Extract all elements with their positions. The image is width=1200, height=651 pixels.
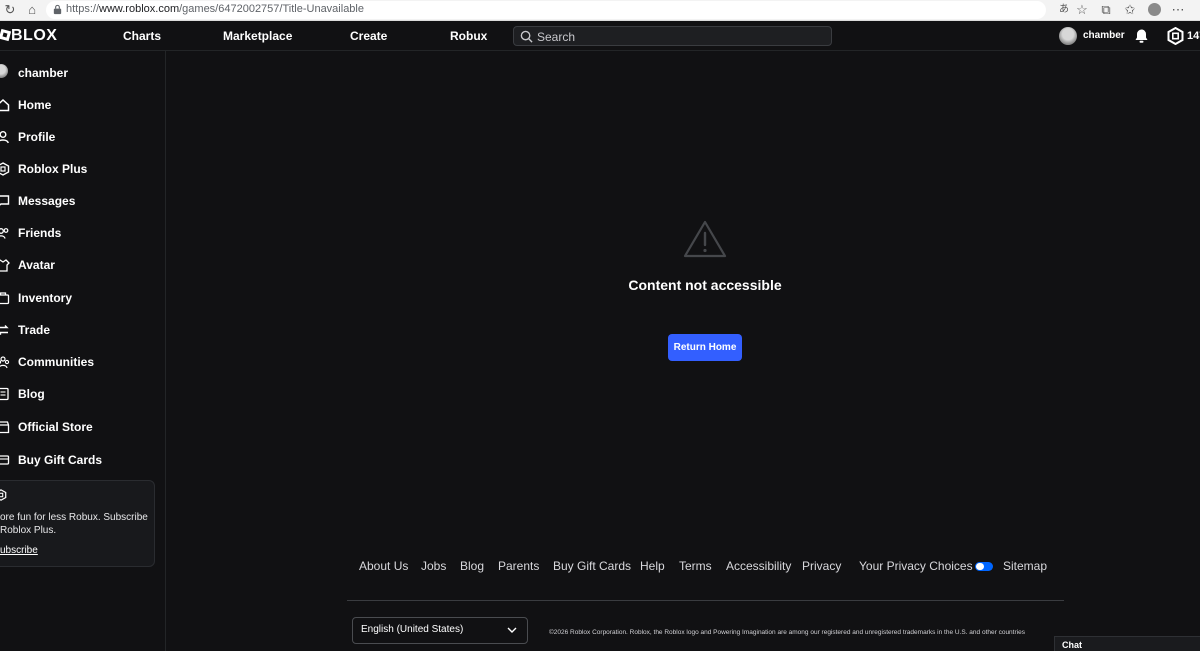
footer-link-jobs[interactable]: Jobs [421, 559, 446, 573]
top-navigation: BLOX Charts Marketplace Create Robux Sea… [0, 21, 1200, 51]
more-menu-icon[interactable]: ⋯ [1170, 2, 1186, 18]
avatar-icon [0, 259, 10, 272]
footer-link-sitemap[interactable]: Sitemap [1003, 559, 1047, 573]
page: ↻ ⌂ https://www.roblox.com/games/6472002… [0, 0, 1200, 651]
sidebar-item-label: Messages [18, 194, 76, 208]
sidebar-item-home[interactable]: Home [0, 96, 166, 116]
favorites-list-icon[interactable]: ✩ [1122, 2, 1138, 18]
roblox-plus-icon [0, 162, 10, 176]
robux-balance[interactable]: 147 [1187, 30, 1200, 42]
browser-profile-icon[interactable] [1146, 2, 1162, 18]
search-input[interactable]: Search [513, 26, 832, 46]
url-text: https://www.roblox.com/games/6472002757/… [66, 3, 364, 15]
avatar [0, 64, 8, 78]
nav-create[interactable]: Create [350, 29, 387, 43]
sidebar: chamber Home Profile Roblox Plus Message… [0, 51, 166, 651]
sidebar-item-inventory[interactable]: Inventory [0, 289, 166, 309]
notifications-bell-icon[interactable] [1134, 28, 1149, 44]
sidebar-item-label: Friends [18, 226, 62, 240]
sidebar-item-official-store[interactable]: Official Store [0, 418, 166, 438]
sidebar-item-label: Blog [18, 387, 45, 401]
sidebar-item-label: Avatar [18, 258, 55, 272]
extensions-icon[interactable]: ⧉ [1098, 2, 1114, 18]
store-icon [0, 421, 10, 434]
language-select[interactable]: English (United States) [352, 617, 528, 644]
address-bar[interactable]: https://www.roblox.com/games/6472002757/… [46, 1, 1046, 19]
chat-label: Chat [1062, 640, 1082, 650]
footer-link-about-us[interactable]: About Us [359, 559, 408, 573]
sidebar-item-label: chamber [18, 66, 69, 80]
footer-link-parents[interactable]: Parents [498, 559, 539, 573]
robux-icon[interactable] [1167, 27, 1184, 45]
error-message: Content not accessible [628, 277, 782, 293]
communities-icon [0, 356, 10, 369]
messages-icon [0, 195, 10, 206]
chat-panel[interactable]: Chat [1054, 636, 1200, 651]
blog-icon [0, 387, 9, 401]
home-browser-icon[interactable]: ⌂ [24, 2, 40, 18]
sidebar-item-trade[interactable]: Trade [0, 321, 166, 341]
chevron-down-icon [507, 627, 517, 633]
trade-icon [0, 325, 9, 335]
sidebar-item-avatar[interactable]: Avatar [0, 256, 166, 276]
avatar [1059, 27, 1077, 45]
sidebar-item-label: Trade [18, 323, 51, 337]
footer-link-privacy-choices[interactable]: Your Privacy Choices [859, 559, 993, 573]
subscribe-link[interactable]: ubscribe [0, 545, 38, 556]
return-home-button[interactable]: Return Home [668, 334, 742, 361]
sidebar-item-friends[interactable]: Friends [0, 224, 166, 244]
footer-link-terms[interactable]: Terms [679, 559, 712, 573]
friends-icon [0, 228, 9, 239]
gift-card-icon [0, 455, 10, 465]
privacy-choices-icon [974, 562, 993, 572]
sidebar-item-communities[interactable]: Communities [0, 353, 166, 373]
sidebar-item-buy-gift-cards[interactable]: Buy Gift Cards [0, 451, 166, 471]
favorite-star-icon[interactable]: ☆ [1074, 2, 1090, 18]
nav-username: chamber [1083, 30, 1125, 41]
logo-mark-icon [0, 28, 12, 42]
roblox-plus-promo: ore fun for less Robux. Subscribe Roblox… [0, 480, 155, 567]
roblox-plus-icon [0, 489, 7, 501]
sidebar-item-label: Roblox Plus [18, 162, 88, 176]
lock-icon [53, 4, 62, 15]
sidebar-item-label: Home [18, 98, 52, 112]
footer-link-help[interactable]: Help [640, 559, 665, 573]
inventory-icon [0, 292, 10, 305]
privacy-choices-label: Your Privacy Choices [859, 559, 973, 573]
search-placeholder: Search [537, 30, 576, 44]
footer-link-blog[interactable]: Blog [460, 559, 484, 573]
translate-icon[interactable]: あ [1056, 2, 1072, 18]
sidebar-item-label: Buy Gift Cards [18, 453, 103, 467]
promo-text: ore fun for less Robux. Subscribe Roblox… [0, 512, 148, 536]
footer-link-buy-gift-cards[interactable]: Buy Gift Cards [553, 559, 631, 573]
sidebar-item-label: Profile [18, 130, 56, 144]
sidebar-item-messages[interactable]: Messages [0, 192, 166, 212]
nav-charts[interactable]: Charts [123, 29, 161, 43]
copyright-text: ©2026 Roblox Corporation. Roblox, the Ro… [549, 629, 1025, 636]
sidebar-item-user[interactable]: chamber [0, 64, 166, 84]
sidebar-item-roblox-plus[interactable]: Roblox Plus [0, 160, 166, 180]
profile-icon [0, 131, 9, 144]
warning-icon [683, 220, 727, 258]
refresh-icon[interactable]: ↻ [2, 2, 18, 18]
search-icon [520, 30, 533, 43]
sidebar-item-blog[interactable]: Blog [0, 385, 166, 405]
home-icon [0, 98, 10, 112]
browser-toolbar: ↻ ⌂ https://www.roblox.com/games/6472002… [0, 0, 1200, 21]
sidebar-item-profile[interactable]: Profile [0, 128, 166, 148]
footer-link-accessibility[interactable]: Accessibility [726, 559, 791, 573]
footer-divider [347, 600, 1064, 601]
nav-marketplace[interactable]: Marketplace [223, 29, 292, 43]
footer-link-privacy[interactable]: Privacy [802, 559, 841, 573]
sidebar-item-label: Communities [18, 355, 95, 369]
sidebar-item-label: Inventory [18, 291, 73, 305]
nav-robux[interactable]: Robux [450, 29, 487, 43]
sidebar-item-label: Official Store [18, 420, 93, 434]
roblox-logo[interactable]: BLOX [0, 27, 57, 45]
language-select-value: English (United States) [361, 624, 464, 635]
